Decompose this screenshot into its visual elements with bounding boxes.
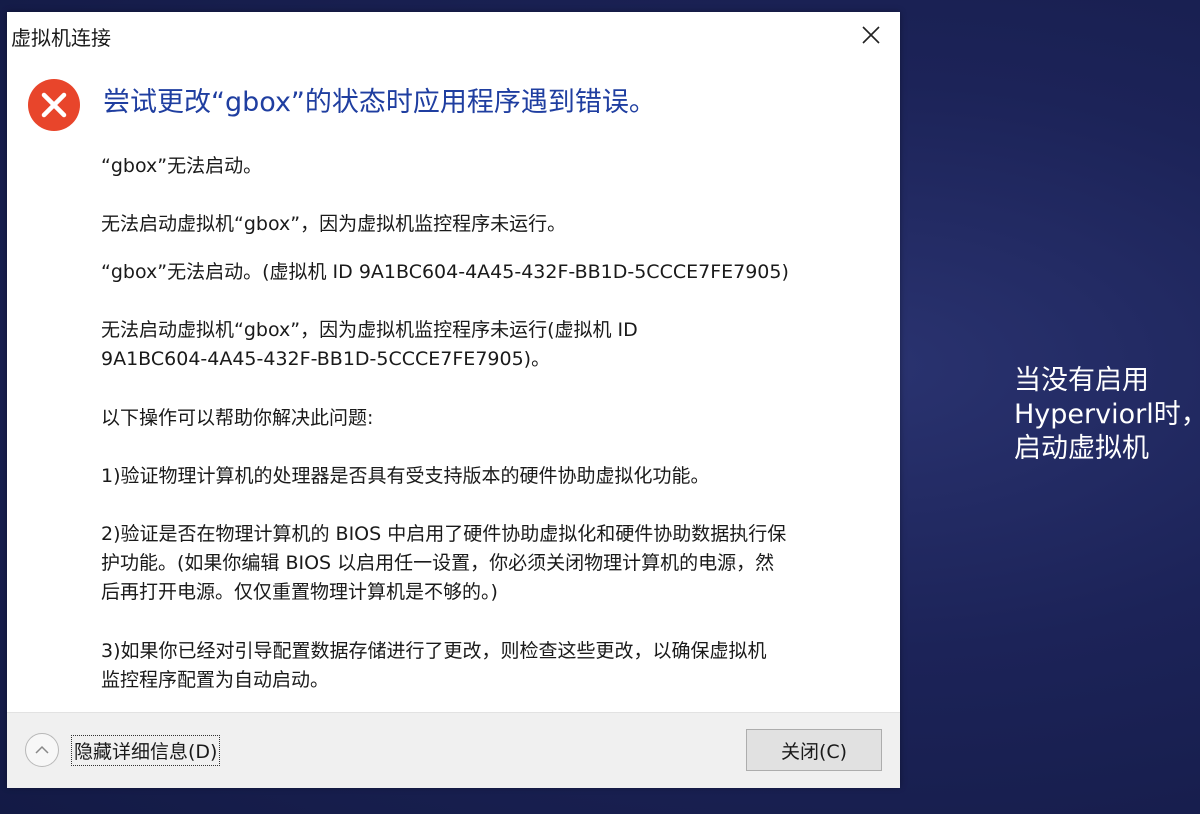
hide-details-button[interactable]: 隐藏详细信息(D): [71, 735, 221, 766]
side-annotation: 当没有启用 Hyperviorl时， 启动虚拟机: [1014, 364, 1200, 466]
annotation-line: 当没有启用: [1014, 365, 1149, 396]
detail-paragraph: 1)验证物理计算机的处理器是否具有受支持版本的硬件协助虚拟化功能。: [101, 465, 710, 487]
annotation-line: Hyperviorl时，: [1014, 399, 1200, 430]
close-button[interactable]: 关闭(C): [746, 729, 882, 771]
detail-paragraph: 无法启动虚拟机“gbox”，因为虚拟机监控程序未运行。: [101, 213, 567, 235]
error-dialog: 虚拟机连接 尝试更改“gbox”的状态时应用程序遇到错误。 “gbox”无法启动…: [7, 12, 900, 788]
dialog-footer: 隐藏详细信息(D) 关闭(C): [7, 712, 900, 788]
title-bar: 虚拟机连接: [7, 12, 900, 56]
annotation-line: 启动虚拟机: [1014, 433, 1149, 464]
window-title: 虚拟机连接: [11, 26, 111, 50]
detail-paragraph: 以下操作可以帮助你解决此问题:: [101, 407, 374, 429]
detail-paragraph: 3)如果你已经对引导配置数据存储进行了更改，则检查这些更改，以确保虚拟机 监控程…: [101, 640, 767, 691]
detail-paragraph: “gbox”无法启动。: [101, 155, 263, 177]
error-x-icon: [27, 78, 81, 132]
detail-paragraph: 无法启动虚拟机“gbox”，因为虚拟机监控程序未运行(虚拟机 ID 9A1BC6…: [101, 319, 638, 370]
detail-paragraph: 2)验证是否在物理计算机的 BIOS 中启用了硬件协助虚拟化和硬件协助数据执行保…: [101, 523, 787, 603]
error-headline: 尝试更改“gbox”的状态时应用程序遇到错误。: [103, 87, 656, 118]
chevron-up-icon[interactable]: [25, 733, 59, 767]
close-icon[interactable]: [856, 20, 886, 50]
detail-paragraph: “gbox”无法启动。(虚拟机 ID 9A1BC604-4A45-432F-BB…: [101, 261, 789, 283]
